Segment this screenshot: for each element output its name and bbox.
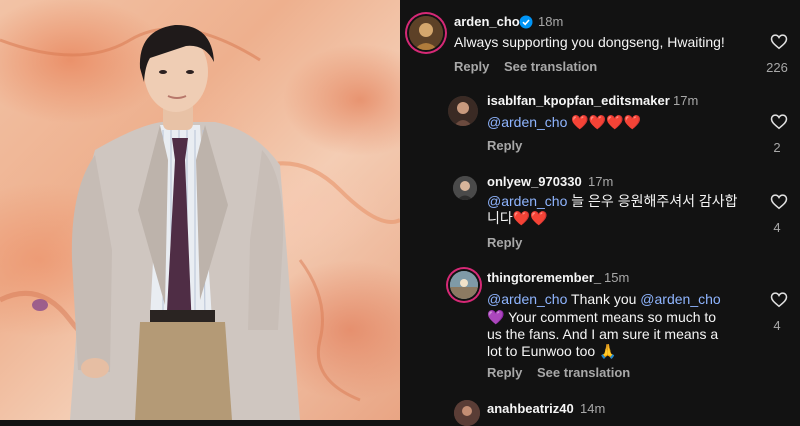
comment-time: 15m — [604, 270, 630, 285]
verified-badge-icon — [519, 15, 533, 29]
comment-text: @arden_cho Thank you @arden_cho — [487, 291, 767, 308]
post-photo — [0, 0, 400, 420]
comment-text-line2: 니다❤️❤️ — [487, 210, 548, 226]
comments-panel: arden_cho 18m Always supporting you dong… — [400, 0, 800, 426]
mention-link[interactable]: @arden_cho — [487, 193, 567, 209]
comment-text-segment: Thank you — [567, 291, 641, 307]
avatar[interactable] — [453, 176, 477, 200]
reply-button[interactable]: Reply — [487, 138, 522, 153]
avatar[interactable] — [454, 400, 480, 426]
like-count: 2 — [773, 140, 781, 155]
comment-text-line1: 늘 은우 응원해주셔서 감사합 — [571, 193, 738, 209]
heart-outline-icon[interactable] — [770, 113, 788, 130]
comment-time: 17m — [673, 93, 699, 108]
reply-button[interactable]: Reply — [487, 235, 522, 250]
comment-text-line4: lot to Eunwoo too 🙏 — [487, 343, 617, 359]
person-photo-illustration — [0, 24, 400, 420]
comment-time: 18m — [538, 14, 564, 29]
heart-outline-icon[interactable] — [770, 33, 788, 50]
comment-emoji-text: ❤️❤️❤️❤️ — [571, 114, 642, 130]
comment-time: 17m — [588, 174, 614, 189]
comment-username[interactable]: anahbeatriz40 — [487, 401, 574, 416]
like-count: 4 — [773, 318, 781, 333]
like-count: 4 — [773, 220, 781, 235]
like-count: 226 — [766, 60, 788, 75]
comment-text: @arden_cho 늘 은우 응원해주셔서 감사합 — [487, 193, 752, 210]
comment-text: Always supporting you dongseng, Hwaiting… — [454, 34, 725, 50]
mention-link[interactable]: @arden_cho — [487, 114, 567, 130]
comment-username[interactable]: thingtoremember_ — [487, 270, 601, 285]
comment-text-line2: 💜 Your comment means so much to — [487, 309, 717, 325]
mention-link[interactable]: @arden_cho — [487, 291, 567, 307]
comment-text: @arden_cho ❤️❤️❤️❤️ — [487, 114, 641, 131]
reply-button[interactable]: Reply — [487, 365, 522, 380]
comment-username[interactable]: isablfan_kpopfan_editsmaker — [487, 93, 670, 108]
comment-username[interactable]: arden_cho — [454, 14, 520, 29]
heart-outline-icon[interactable] — [770, 193, 788, 210]
mention-link[interactable]: @arden_cho — [640, 291, 720, 307]
avatar[interactable] — [448, 96, 478, 126]
avatar[interactable] — [450, 271, 478, 299]
comment-time: 14m — [580, 401, 606, 416]
heart-outline-icon[interactable] — [770, 291, 788, 308]
reply-button[interactable]: Reply — [454, 59, 489, 74]
see-translation-button[interactable]: See translation — [504, 59, 597, 74]
comment-text-line3: us the fans. And I am sure it means a — [487, 326, 719, 342]
comment-username[interactable]: onlyew_970330 — [487, 174, 582, 189]
see-translation-button[interactable]: See translation — [537, 365, 630, 380]
avatar[interactable] — [409, 16, 443, 50]
